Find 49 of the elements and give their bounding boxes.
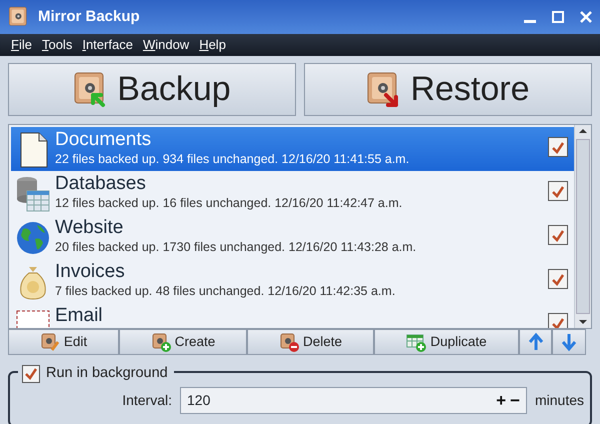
job-name: Databases xyxy=(55,173,147,195)
decrement-button[interactable]: − xyxy=(510,388,520,414)
job-status: 7 files backed up. 48 files unchanged. 12/16/20 11:42:35 a.m. xyxy=(55,283,396,300)
job-list-item[interactable]: Invoices 7 files backed up. 48 files unchanged. 12/16/20 11:42:35 a.m. xyxy=(11,259,574,303)
menu-item[interactable]: Window xyxy=(138,35,194,55)
maximize-icon[interactable] xyxy=(552,11,564,23)
unit-label: minutes xyxy=(534,391,584,410)
job-checkbox[interactable] xyxy=(548,269,568,289)
job-status: 20 files backed up. 1730 files unchanged. 12/16/20 11:43:28 a.m. xyxy=(55,239,418,256)
backup-button[interactable]: Backup xyxy=(8,63,296,116)
move-up-button[interactable] xyxy=(519,329,552,355)
job-checkbox[interactable] xyxy=(548,181,568,201)
safe-pencil-icon xyxy=(40,332,60,352)
job-status: 12 files backed up. 16 files unchanged. 12/16/20 11:42:47 a.m. xyxy=(55,195,404,212)
down-arrow-icon xyxy=(559,332,579,352)
safe-plus-icon xyxy=(150,332,171,352)
job-name: Website xyxy=(55,217,124,239)
globe-icon xyxy=(15,219,51,257)
window-title: Mirror Backup xyxy=(38,6,140,27)
database-icon xyxy=(15,175,51,213)
menu-item[interactable]: Help xyxy=(194,35,231,55)
background-checkbox[interactable] xyxy=(22,364,40,383)
checkbox-label: Run in background xyxy=(46,364,168,383)
menu-item[interactable]: Tools xyxy=(36,35,78,55)
job-checkbox[interactable] xyxy=(548,137,568,157)
job-list-item[interactable]: Website 20 files backed up. 1730 files unchanged. 12/16/20 11:43:28 a.m. xyxy=(11,215,574,259)
job-list-item[interactable]: Databases 12 files backed up. 16 files unchanged. 12/16/20 11:42:47 a.m. xyxy=(11,171,574,215)
job-status: 22 files backed up. 934 files unchanged. 12/16/20 11:41:55 a.m. xyxy=(55,151,410,168)
menu-item[interactable]: Interface xyxy=(77,35,138,55)
table-plus-icon xyxy=(406,332,426,352)
job-name: Invoices xyxy=(55,261,126,283)
close-icon[interactable] xyxy=(580,11,592,23)
toolbar-button[interactable]: Edit xyxy=(8,329,119,355)
job-list-item[interactable]: Email xyxy=(11,303,574,328)
interval-label: Interval: xyxy=(121,391,172,410)
job-checkbox[interactable] xyxy=(548,313,568,328)
toolbar-button[interactable]: Create xyxy=(119,329,247,355)
toolbar-button[interactable]: Duplicate xyxy=(374,329,519,355)
restore-button[interactable]: Restore xyxy=(304,63,592,116)
interval-field[interactable]: 120 + − xyxy=(180,387,527,414)
scrollbar-thumb[interactable] xyxy=(576,139,590,314)
job-checkbox[interactable] xyxy=(548,225,568,245)
job-name: Email xyxy=(55,305,104,327)
menu-item[interactable]: File xyxy=(6,35,37,55)
job-name: Documents xyxy=(55,129,152,151)
increment-button[interactable]: + xyxy=(496,388,506,414)
job-list-item[interactable]: Documents 22 files backed up. 934 files unchanged. 12/16/20 11:41:55 a.m. xyxy=(11,127,574,171)
safe-minus-icon xyxy=(278,332,299,352)
toolbar-button[interactable]: Delete xyxy=(247,329,374,355)
